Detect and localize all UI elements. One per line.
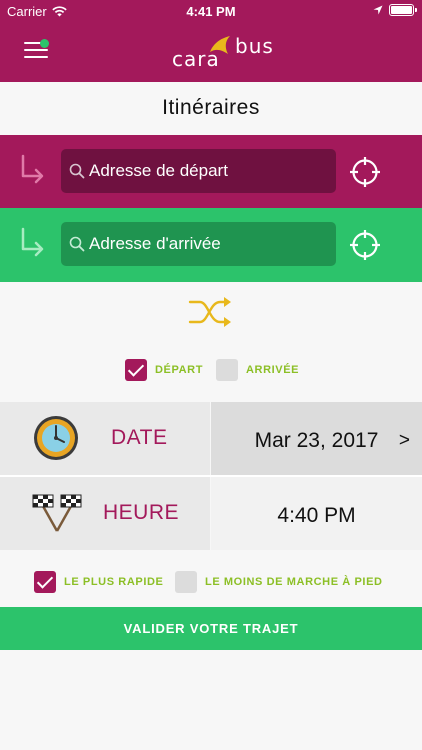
least-walking-option[interactable]: LE MOINS DE MARCHE À PIED <box>175 571 383 593</box>
search-icon <box>69 163 85 179</box>
least-walking-checkbox[interactable] <box>175 571 197 593</box>
locate-target-icon[interactable] <box>349 156 381 188</box>
least-walking-label: LE MOINS DE MARCHE À PIED <box>205 576 383 588</box>
arrivee-option[interactable]: ARRIVÉE <box>216 359 299 381</box>
arrival-row: Adresse d'arrivée <box>0 208 422 282</box>
battery-icon <box>389 4 417 16</box>
fastest-label: LE PLUS RAPIDE <box>64 576 164 588</box>
time-row: HEURE 4:40 PM <box>0 477 422 550</box>
status-bar: Carrier 4:41 PM <box>0 0 422 22</box>
time-label-cell: HEURE <box>0 477 210 550</box>
page-title: Itinéraires <box>0 82 422 134</box>
route-options: LE PLUS RAPIDE LE MOINS DE MARCHE À PIED <box>0 550 422 608</box>
date-label-cell: DATE <box>0 402 210 475</box>
departure-address-input[interactable]: Adresse de départ <box>61 149 336 193</box>
depart-label: DÉPART <box>155 364 204 376</box>
fastest-checkbox[interactable] <box>34 571 56 593</box>
arrival-address-input[interactable]: Adresse d'arrivée <box>61 222 336 266</box>
departure-placeholder: Adresse de départ <box>89 161 228 180</box>
nav-bar: cara bus <box>0 22 422 82</box>
status-time: 4:41 PM <box>186 4 236 19</box>
swap-shuffle-icon[interactable] <box>188 292 234 332</box>
checkered-flags-icon <box>32 494 82 532</box>
status-right <box>373 4 417 16</box>
logo-text-bus: bus <box>235 34 274 58</box>
arrivee-label: ARRIVÉE <box>246 364 300 376</box>
carabus-logo: cara bus <box>170 30 280 74</box>
validate-trip-button[interactable]: VALIDER VOTRE TRAJET <box>0 607 422 650</box>
turn-arrow-icon <box>21 227 44 257</box>
date-picker[interactable]: Mar 23, 2017 > <box>211 402 422 475</box>
time-value: 4:40 PM <box>277 504 356 527</box>
logo-swoosh-icon <box>210 36 230 54</box>
time-picker[interactable]: 4:40 PM <box>211 477 422 550</box>
menu-line-icon <box>24 56 48 58</box>
notification-dot <box>40 39 49 48</box>
turn-arrow-icon <box>21 154 44 184</box>
depart-checkbox[interactable] <box>125 359 147 381</box>
menu-line-icon <box>24 49 48 51</box>
depart-option[interactable]: DÉPART <box>125 359 203 381</box>
swap-section: DÉPART ARRIVÉE <box>0 282 422 402</box>
time-label: HEURE <box>103 501 180 524</box>
search-icon <box>69 236 85 252</box>
departure-row: Adresse de départ <box>0 135 422 209</box>
fastest-option[interactable]: LE PLUS RAPIDE <box>34 571 163 593</box>
clock-icon <box>34 416 78 460</box>
date-value: Mar 23, 2017 <box>254 429 379 452</box>
locate-target-icon[interactable] <box>349 229 381 261</box>
arrivee-checkbox[interactable] <box>216 359 238 381</box>
chevron-right-icon: > <box>398 430 410 451</box>
date-row: DATE Mar 23, 2017 > <box>0 402 422 475</box>
empty-area <box>0 650 422 750</box>
location-arrow-icon <box>373 5 383 15</box>
arrival-placeholder: Adresse d'arrivée <box>89 234 221 253</box>
date-label: DATE <box>111 426 168 449</box>
